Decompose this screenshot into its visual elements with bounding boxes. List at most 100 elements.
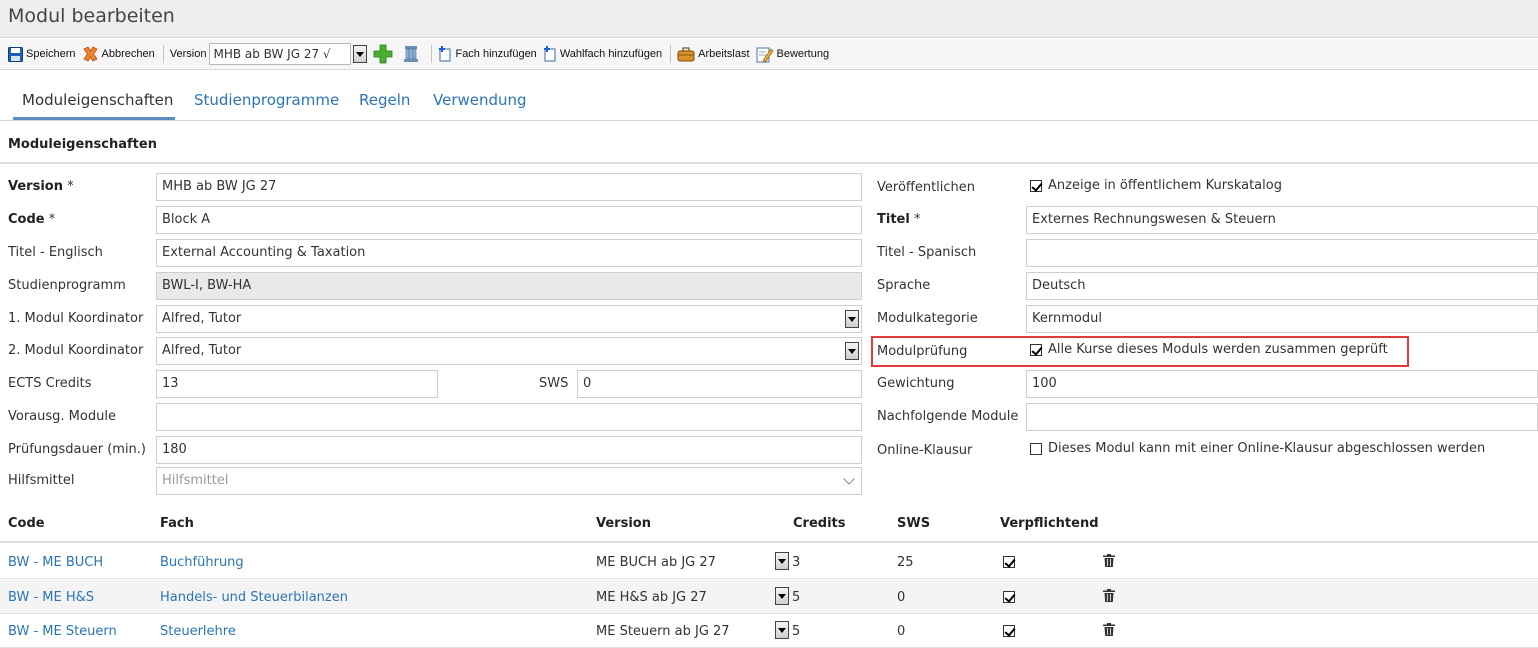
rating-label: Bewertung	[776, 48, 830, 60]
version-select[interactable]: MHB ab BW JG 27 √	[209, 43, 352, 65]
chevron-down-icon	[356, 51, 365, 57]
workload-label: Arbeitslast	[698, 48, 750, 60]
category-label: Modulkategorie	[877, 311, 978, 326]
successor-input[interactable]	[1026, 403, 1538, 431]
trash-icon[interactable]	[1103, 589, 1115, 606]
publish-label: Veröffentlichen	[877, 180, 976, 195]
tab-bar: Moduleigenschaften Studienprogramme Rege…	[0, 71, 1538, 121]
add-elective-label: Wahlfach hinzufügen	[559, 48, 663, 60]
prereq-input[interactable]	[156, 403, 862, 431]
weighting-input[interactable]: 100	[1026, 370, 1538, 398]
new-document-plus-icon	[438, 46, 452, 62]
row-subject-link[interactable]: Buchführung	[160, 555, 244, 570]
coordinator2-select[interactable]: Alfred, Tutor	[156, 337, 862, 365]
section-divider	[0, 162, 1538, 164]
tab-moduleigenschaften[interactable]: Moduleigenschaften	[22, 91, 173, 109]
row-credits: 5	[792, 590, 801, 605]
row-code-link[interactable]: BW - ME H&S	[8, 590, 94, 605]
ects-input[interactable]: 13	[156, 370, 438, 398]
row-subject-link[interactable]: Handels- und Steuerbilanzen	[160, 590, 348, 605]
coordinator1-select[interactable]: Alfred, Tutor	[156, 305, 862, 333]
exam-duration-input[interactable]: 180	[156, 436, 862, 464]
toolbar: Speichern Abbrechen Version MHB ab BW JG…	[0, 39, 1538, 70]
column-header-credits: Credits	[793, 516, 846, 531]
aids-select[interactable]: Hilfsmittel	[156, 467, 862, 495]
row-version-dropdown-button[interactable]	[775, 621, 789, 639]
version-selector[interactable]: Version MHB ab BW JG 27 √	[170, 43, 368, 65]
chevron-down-icon	[843, 473, 855, 485]
active-tab-indicator	[13, 117, 175, 120]
column-header-subject: Fach	[160, 516, 194, 531]
floppy-disk-icon	[8, 46, 23, 62]
ects-label: ECTS Credits	[8, 376, 92, 391]
exam-duration-label: Prüfungsdauer (min.)	[8, 442, 146, 457]
chevron-down-icon	[778, 558, 786, 564]
coordinator2-dropdown-button[interactable]	[845, 342, 859, 360]
title-es-label: Titel - Spanisch	[877, 245, 977, 260]
tab-regeln[interactable]: Regeln	[359, 91, 410, 109]
table-header-divider	[0, 541, 1538, 543]
row-mandatory-checkbox[interactable]	[1003, 625, 1015, 637]
category-input[interactable]: Kernmodul	[1026, 305, 1538, 333]
toolbar-separator	[431, 45, 433, 63]
add-elective-button[interactable]: Wahlfach hinzufügen	[543, 46, 662, 62]
prereq-label: Vorausg. Module	[8, 409, 116, 424]
row-subject-link[interactable]: Steuerlehre	[160, 624, 236, 639]
row-code-link[interactable]: BW - ME Steuern	[8, 624, 117, 639]
chevron-down-icon	[778, 627, 786, 633]
sws-input[interactable]: 0	[577, 370, 862, 398]
column-header-code: Code	[8, 516, 45, 531]
trash-icon[interactable]	[1103, 554, 1115, 571]
save-button[interactable]: Speichern	[8, 46, 76, 62]
chevron-down-icon	[778, 593, 786, 599]
code-label-text: Code	[8, 212, 45, 227]
publish-checkbox[interactable]: Anzeige in öffentlichem Kurskatalog	[1030, 178, 1282, 193]
language-input[interactable]: Deutsch	[1026, 272, 1538, 300]
language-label: Sprache	[877, 278, 931, 293]
title-input[interactable]: Externes Rechnungswesen & Steuern	[1026, 206, 1538, 234]
tab-studienprogramme[interactable]: Studienprogramme	[194, 91, 339, 109]
column-header-version: Version	[596, 516, 651, 531]
version-label: Version	[169, 48, 207, 60]
add-version-button[interactable]	[373, 44, 396, 64]
tab-verwendung[interactable]: Verwendung	[433, 91, 527, 109]
table-row: BW - ME Steuern Steuerlehre ME Steuern a…	[0, 614, 1538, 648]
coordinator1-label: 1. Modul Koordinator	[8, 311, 144, 326]
version-input[interactable]: MHB ab BW JG 27	[156, 173, 862, 201]
table-row: BW - ME H&S Handels- und Steuerbilanzen …	[0, 580, 1538, 614]
code-input[interactable]: Block A	[156, 206, 862, 234]
row-version: ME H&S ab JG 27	[596, 590, 707, 605]
sws-label: SWS	[539, 376, 569, 391]
workload-button[interactable]: Arbeitslast	[677, 46, 750, 62]
required-marker: *	[67, 179, 74, 194]
add-subject-button[interactable]: Fach hinzufügen	[438, 46, 537, 62]
column-icon	[402, 45, 420, 63]
online-exam-checkbox[interactable]: Dieses Modul kann mit einer Online-Klaus…	[1030, 441, 1485, 456]
trash-icon[interactable]	[1103, 623, 1115, 640]
version-dropdown-button[interactable]	[353, 45, 368, 63]
title-en-input[interactable]: External Accounting & Taxation	[156, 239, 862, 267]
code-field-label: Code *	[8, 212, 55, 227]
checkbox-unchecked-icon	[1030, 442, 1042, 455]
row-code-link[interactable]: BW - ME BUCH	[8, 555, 103, 570]
coordinator1-dropdown-button[interactable]	[845, 310, 859, 328]
column-header-sws: SWS	[897, 516, 931, 531]
row-version-dropdown-button[interactable]	[775, 587, 789, 605]
section-title: Moduleigenschaften	[8, 137, 157, 152]
rating-button[interactable]: Bewertung	[756, 46, 830, 63]
row-version-dropdown-button[interactable]	[775, 552, 789, 570]
aids-label: Hilfsmittel	[8, 473, 75, 488]
online-exam-label: Online-Klausur	[877, 443, 973, 458]
add-subject-label: Fach hinzufügen	[455, 48, 537, 60]
row-mandatory-checkbox[interactable]	[1003, 556, 1015, 568]
new-document-plus-icon	[543, 46, 557, 62]
title-es-input[interactable]	[1026, 239, 1538, 267]
row-mandatory-checkbox[interactable]	[1003, 591, 1015, 603]
row-version: ME BUCH ab JG 27	[596, 555, 716, 570]
cancel-button[interactable]: Abbrechen	[82, 46, 155, 62]
edit-document-icon	[756, 46, 774, 63]
archive-version-button[interactable]	[402, 45, 423, 63]
title-bar: Modul bearbeiten	[0, 0, 1538, 38]
coordinator2-value: Alfred, Tutor	[162, 343, 242, 358]
row-sws: 0	[897, 590, 906, 605]
